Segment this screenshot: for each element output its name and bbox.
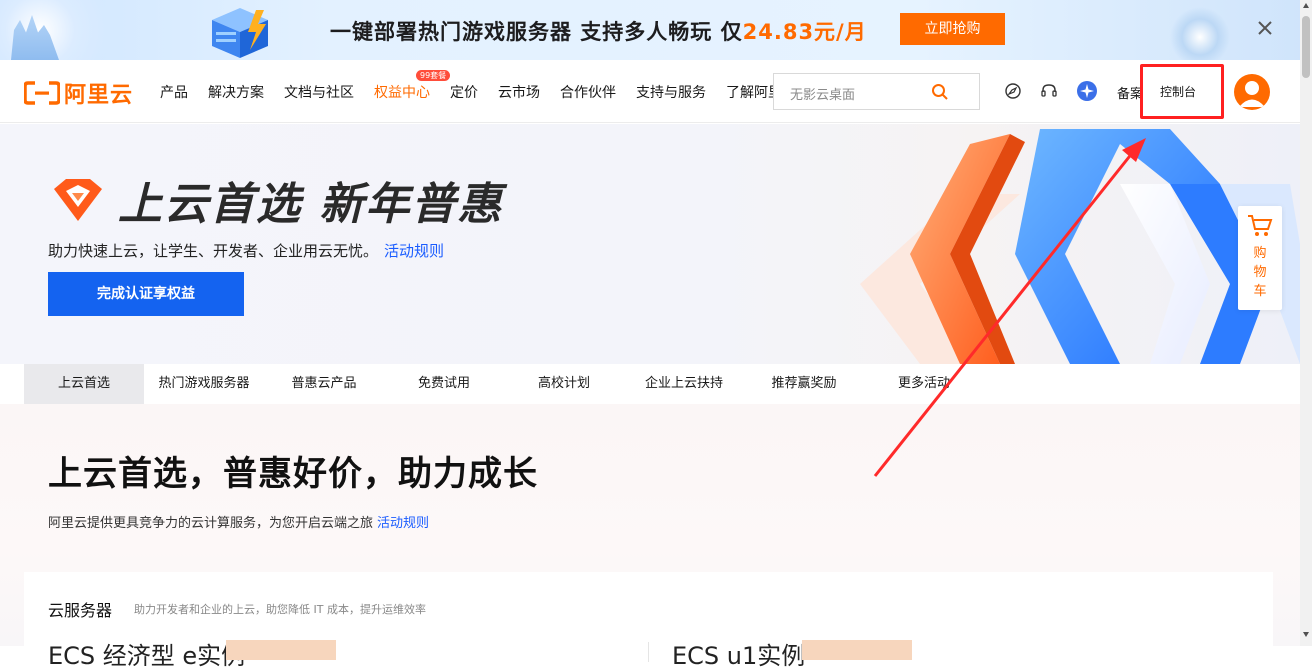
nav-item-support[interactable]: 支持与服务 <box>636 82 706 102</box>
cart-label-char-2: 物 <box>1253 265 1267 280</box>
complete-verification-button[interactable]: 完成认证享权益 <box>48 272 244 316</box>
buy-now-button[interactable]: 立即抢购 <box>900 13 1005 45</box>
avatar-silhouette-icon <box>1239 81 1265 107</box>
promo-banner[interactable]: 一键部署热门游戏服务器 支持多人畅玩 仅24.83元/月 立即抢购 <box>0 0 1312 60</box>
card-divider <box>648 642 649 662</box>
tab-referral-rewards[interactable]: 推荐赢奖励 <box>744 364 864 404</box>
hero-illustration <box>860 129 1300 364</box>
tab-enterprise-support[interactable]: 企业上云扶持 <box>624 364 744 404</box>
aliyun-logo-icon <box>24 81 60 105</box>
star-badge-icon[interactable] <box>1077 81 1097 101</box>
cart-label-char-1: 购 <box>1253 246 1267 261</box>
promo-decoration-right <box>1170 2 1230 60</box>
tab-free-trial[interactable]: 免费试用 <box>384 364 504 404</box>
nav-item-pricing[interactable]: 定价 <box>450 82 478 102</box>
search-input[interactable]: 无影云桌面 <box>773 73 980 110</box>
nav-item-docs-community[interactable]: 文档与社区 <box>284 82 354 102</box>
server-box-illustration <box>212 8 268 58</box>
nav-item-partners[interactable]: 合作伙伴 <box>560 82 616 102</box>
logo-text: 阿里云 <box>64 83 134 108</box>
section-title: 上云首选，普惠好价，助力成长 <box>48 454 538 494</box>
nav-item-benefits-label: 权益中心 <box>374 85 430 101</box>
cloud-server-card: 云服务器 助力开发者和企业的上云，助您降低 IT 成本，提升运维效率 ECS 经… <box>24 572 1273 670</box>
hero-logo-icon <box>54 179 102 221</box>
aliyun-logo[interactable]: 阿里云 <box>24 77 133 109</box>
product-ecs-u1[interactable]: ECS u1实例 <box>672 636 805 671</box>
tab-inclusive-products[interactable]: 普惠云产品 <box>264 364 384 404</box>
scroll-up-arrow-icon[interactable] <box>1302 2 1310 10</box>
page-scrollbar[interactable] <box>1300 0 1312 646</box>
tab-game-servers[interactable]: 热门游戏服务器 <box>144 364 264 404</box>
nav-item-marketplace[interactable]: 云市场 <box>498 82 540 102</box>
top-navbar: 阿里云 产品 解决方案 文档与社区 权益中心 99套餐 定价 云市场 合作伙伴 … <box>0 60 1300 123</box>
hero-title: 上云首选 新年普惠 <box>118 179 504 230</box>
tab-more-activities[interactable]: 更多活动 <box>864 364 984 404</box>
hero-subtitle: 助力快速上云，让学生、开发者、企业用云无忧。 活动规则 <box>48 240 444 261</box>
card-title: 云服务器 <box>48 601 113 620</box>
hero-subtitle-text: 助力快速上云，让学生、开发者、企业用云无忧。 <box>48 242 379 260</box>
shopping-cart-icon <box>1248 215 1273 236</box>
hero-title-row: 上云首选 新年普惠 <box>48 168 503 232</box>
promo-headline: 一键部署热门游戏服务器 支持多人畅玩 仅24.83元/月 <box>330 16 867 46</box>
promo-price: 24.83元/月 <box>742 20 867 44</box>
cart-label-char-3: 车 <box>1253 284 1267 299</box>
tab-university-plan[interactable]: 高校计划 <box>504 364 624 404</box>
card-description: 助力开发者和企业的上云，助您降低 IT 成本，提升运维效率 <box>134 603 426 616</box>
scroll-down-arrow-icon[interactable] <box>1302 630 1310 638</box>
section-subtitle: 阿里云提供更具竞争力的云计算服务，为您开启云端之旅 活动规则 <box>48 512 429 531</box>
nav-menu: 产品 解决方案 文档与社区 权益中心 99套餐 定价 云市场 合作伙伴 支持与服… <box>160 70 816 102</box>
search-icon[interactable] <box>931 83 949 101</box>
compass-icon[interactable] <box>1004 82 1022 100</box>
nav-item-benefits[interactable]: 权益中心 99套餐 <box>374 70 451 102</box>
shopping-cart-float[interactable]: 购 物 车 <box>1238 206 1282 310</box>
product-ecs-economy[interactable]: ECS 经济型 e实例 <box>48 636 245 671</box>
hero-rules-link[interactable]: 活动规则 <box>384 242 444 260</box>
section-rules-link[interactable]: 活动规则 <box>377 516 429 531</box>
section-subtitle-text: 阿里云提供更具竞争力的云计算服务，为您开启云端之旅 <box>48 516 374 531</box>
console-highlight-box <box>1140 64 1224 119</box>
search-placeholder: 无影云桌面 <box>790 88 856 103</box>
main-section: 上云首选，普惠好价，助力成长 阿里云提供更具竞争力的云计算服务，为您开启云端之旅… <box>0 404 1300 670</box>
hero-banner: 上云首选 新年普惠 助力快速上云，让学生、开发者、企业用云无忧。 活动规则 完成认… <box>0 124 1300 364</box>
product-tag <box>226 640 336 660</box>
user-avatar-icon[interactable] <box>1234 74 1270 110</box>
promo-text-main: 一键部署热门游戏服务器 支持多人畅玩 仅 <box>330 20 743 44</box>
headset-icon[interactable] <box>1040 82 1058 100</box>
activity-tabs: 上云首选 热门游戏服务器 普惠云产品 免费试用 高校计划 企业上云扶持 推荐赢奖… <box>24 364 1300 404</box>
close-icon[interactable] <box>1255 18 1275 38</box>
nav-item-solutions[interactable]: 解决方案 <box>208 82 264 102</box>
nav-item-products[interactable]: 产品 <box>160 82 188 102</box>
nav-badge: 99套餐 <box>416 70 451 81</box>
scroll-thumb[interactable] <box>1302 16 1310 78</box>
cart-label: 购 物 车 <box>1238 244 1282 301</box>
tab-cloud-first[interactable]: 上云首选 <box>24 364 144 404</box>
product-tag-2 <box>802 640 912 660</box>
